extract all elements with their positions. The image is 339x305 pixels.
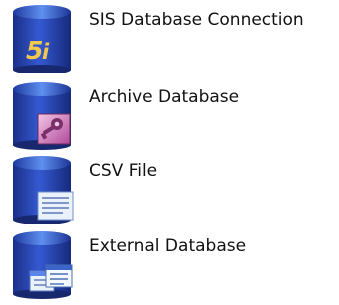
source-item-csv-file[interactable]: CSV File — [8, 154, 336, 224]
data-source-list: 5 i SIS Database Connection Archive Data… — [0, 0, 339, 305]
csv-file-icon — [8, 154, 84, 224]
archive-database-icon — [8, 80, 84, 150]
source-item-archive-database[interactable]: Archive Database — [8, 80, 336, 150]
source-item-external-database[interactable]: External Database — [8, 229, 336, 299]
external-database-icon — [8, 229, 84, 299]
source-item-label: SIS Database Connection — [89, 10, 304, 30]
svg-text:i: i — [42, 40, 50, 64]
source-item-label: External Database — [89, 236, 247, 256]
source-item-label: Archive Database — [89, 87, 240, 107]
sis-database-icon: 5 i — [8, 3, 84, 73]
source-item-sis-database-connection[interactable]: 5 i SIS Database Connection — [8, 3, 336, 73]
source-item-label: CSV File — [89, 161, 158, 181]
svg-text:5: 5 — [26, 36, 43, 65]
